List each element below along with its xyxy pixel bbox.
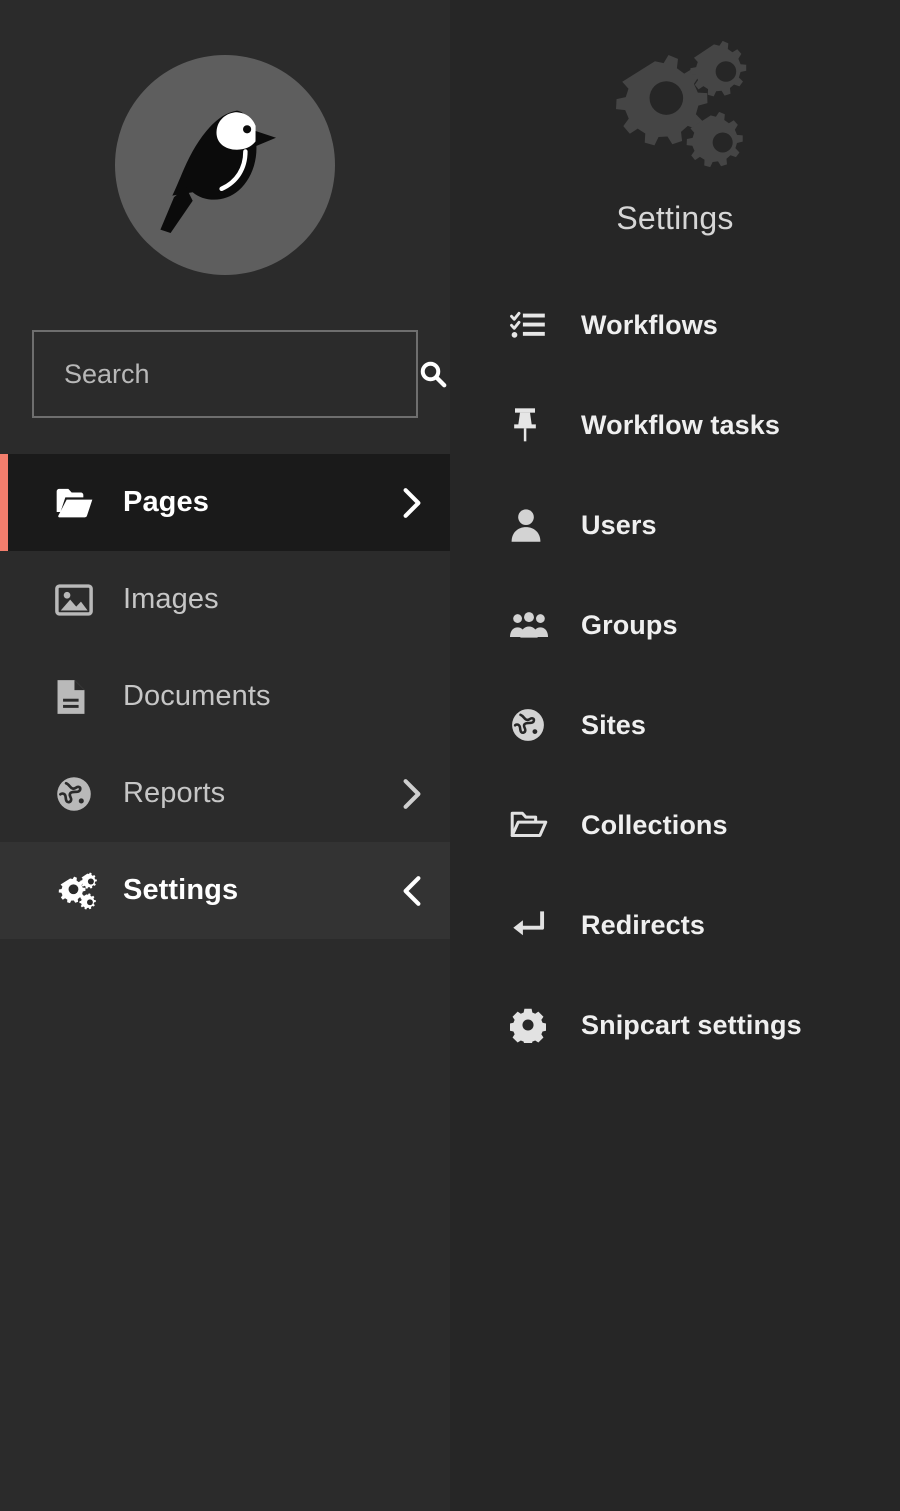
sidebar-item-label: Settings	[123, 874, 239, 906]
globe-icon	[55, 775, 101, 813]
chevron-right-icon	[402, 778, 422, 810]
submenu-item-label: Snipcart settings	[581, 1009, 802, 1040]
chevron-left-icon	[402, 875, 422, 907]
logo-wrapper[interactable]	[0, 0, 450, 330]
search-icon	[420, 361, 447, 388]
group-icon	[510, 609, 556, 641]
submenu-item-label: Collections	[581, 809, 728, 840]
sidebar-item-label: Documents	[123, 680, 271, 712]
search-input[interactable]	[34, 358, 418, 390]
gear-icon	[510, 1007, 556, 1043]
main-navigation-panel: Pages Images	[0, 0, 450, 1511]
search-button[interactable]	[418, 331, 448, 417]
bird-icon	[160, 110, 276, 233]
submenu-item-groups[interactable]: Groups	[450, 575, 900, 675]
submenu-item-sites[interactable]: Sites	[450, 675, 900, 775]
folder-open-outline-icon	[510, 809, 556, 841]
submenu-item-label: Workflows	[581, 309, 718, 340]
gears-icon	[55, 872, 101, 910]
admin-sidebar: Pages Images	[0, 0, 900, 1511]
submenu-item-workflows[interactable]: Workflows	[450, 275, 900, 375]
sidebar-item-label: Images	[123, 583, 219, 615]
search-box[interactable]	[32, 330, 447, 418]
main-menu: Pages Images Documents Reports Settings	[0, 454, 450, 939]
sidebar-item-label: Reports	[123, 777, 226, 809]
submenu-item-label: Sites	[581, 709, 647, 740]
redirect-arrow-icon	[510, 910, 556, 940]
settings-submenu-panel: Settings Workflows Workflow tasks Users …	[450, 0, 900, 1511]
submenu-item-label: Workflow tasks	[581, 409, 780, 440]
submenu-item-label: Users	[581, 509, 657, 540]
user-icon	[510, 507, 556, 543]
document-icon	[55, 678, 101, 716]
sidebar-item-documents[interactable]: Documents	[0, 648, 450, 745]
tasks-list-icon	[510, 310, 556, 340]
gears-icon	[600, 34, 750, 174]
submenu-item-snipcart-settings[interactable]: Snipcart settings	[450, 975, 900, 1075]
submenu-item-users[interactable]: Users	[450, 475, 900, 575]
active-accent-bar	[0, 454, 8, 551]
image-icon	[55, 583, 101, 616]
sidebar-item-label: Pages	[123, 486, 209, 518]
wagtail-bird-logo	[115, 55, 335, 275]
submenu-item-redirects[interactable]: Redirects	[450, 875, 900, 975]
pin-icon	[510, 406, 556, 444]
submenu-title: Settings	[616, 200, 734, 236]
submenu-item-workflow-tasks[interactable]: Workflow tasks	[450, 375, 900, 475]
submenu-item-collections[interactable]: Collections	[450, 775, 900, 875]
folder-open-icon	[55, 486, 101, 520]
settings-submenu-list: Workflows Workflow tasks Users Groups Si…	[450, 275, 900, 1075]
chevron-right-icon	[402, 487, 422, 519]
sidebar-item-images[interactable]: Images	[0, 551, 450, 648]
globe-icon	[510, 707, 556, 743]
sidebar-item-reports[interactable]: Reports	[0, 745, 450, 842]
sidebar-item-settings[interactable]: Settings	[0, 842, 450, 939]
search-row	[0, 330, 450, 418]
submenu-header: Settings	[450, 0, 900, 237]
submenu-item-label: Groups	[581, 609, 678, 640]
submenu-item-label: Redirects	[581, 909, 705, 940]
sidebar-item-pages[interactable]: Pages	[0, 454, 450, 551]
